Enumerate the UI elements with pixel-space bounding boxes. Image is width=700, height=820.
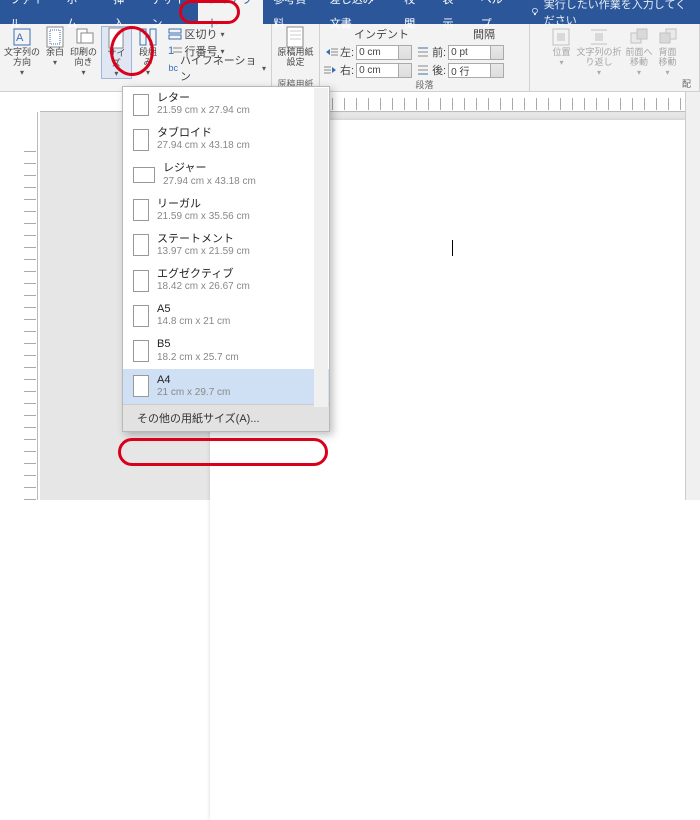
- size-option-name: レジャー: [163, 162, 256, 175]
- size-option-8[interactable]: A421 cm x 29.7 cm: [123, 369, 329, 404]
- bring-forward-button[interactable]: 前面へ 移動▾: [626, 26, 653, 77]
- orientation-icon: [74, 27, 94, 47]
- size-option-1[interactable]: タブロイド27.94 cm x 43.18 cm: [123, 122, 329, 157]
- page-icon: [133, 94, 149, 116]
- size-option-5[interactable]: エグゼクティブ18.42 cm x 26.67 cm: [123, 263, 329, 298]
- size-option-name: ステートメント: [157, 233, 250, 246]
- hyphenation-button[interactable]: bcハイフネーション▾: [168, 60, 267, 76]
- size-option-7[interactable]: B518.2 cm x 25.7 cm: [123, 333, 329, 368]
- size-option-dim: 18.2 cm x 25.7 cm: [157, 352, 239, 364]
- size-option-6[interactable]: A514.8 cm x 21 cm: [123, 298, 329, 333]
- indent-right-input[interactable]: 0 cm: [356, 63, 412, 78]
- space-before-input[interactable]: 0 pt: [448, 45, 504, 60]
- indent-left-icon: [324, 46, 338, 58]
- manuscript-button[interactable]: 原稿用紙 設定: [277, 26, 313, 68]
- svg-text:A: A: [16, 32, 24, 44]
- tell-me-label: 実行したい作業を入力してください: [544, 0, 688, 28]
- size-option-name: A5: [157, 303, 230, 316]
- margins-button[interactable]: 余白▾: [44, 26, 66, 79]
- vertical-ruler[interactable]: [22, 112, 38, 500]
- size-option-dim: 14.8 cm x 21 cm: [157, 316, 230, 328]
- bring-forward-icon: [629, 27, 649, 47]
- size-option-name: A4: [157, 374, 230, 387]
- indent-header: インデント: [354, 26, 409, 42]
- group-label-paragraph: 段落: [415, 78, 433, 92]
- lightbulb-icon: [530, 6, 540, 18]
- tell-me-search[interactable]: 実行したい作業を入力してください: [518, 0, 700, 28]
- ribbon-tabs: ファイル ホーム 挿入 デザイン レイアウト 参考資料 差し込み文書 校閲 表示…: [0, 0, 700, 24]
- indent-left-input[interactable]: 0 cm: [356, 45, 412, 60]
- page-icon: [133, 305, 149, 327]
- page-size-icon: [108, 27, 124, 49]
- size-option-dim: 27.94 cm x 43.18 cm: [157, 140, 250, 152]
- page-icon: [133, 234, 149, 256]
- page-size-dropdown: レター21.59 cm x 27.94 cmタブロイド27.94 cm x 43…: [122, 86, 330, 432]
- send-backward-icon: [658, 27, 678, 47]
- margins-icon: [46, 26, 64, 48]
- manuscript-icon: [286, 26, 304, 48]
- size-option-name: リーガル: [157, 198, 250, 211]
- page-icon: [133, 129, 149, 151]
- orientation-button[interactable]: 印刷の 向き▾: [70, 26, 97, 79]
- group-page-setup: A 文字列の 方向▾ 余白▾ 印刷の 向き▾ サイズ▾ 段組み▾ 区切り▾: [0, 24, 272, 91]
- size-option-dim: 21.59 cm x 35.56 cm: [157, 211, 250, 223]
- size-option-3[interactable]: リーガル21.59 cm x 35.56 cm: [123, 193, 329, 228]
- svg-text:1: 1: [168, 45, 174, 57]
- size-option-name: タブロイド: [157, 127, 250, 140]
- size-option-dim: 13.97 cm x 21.59 cm: [157, 246, 250, 258]
- group-manuscript: 原稿用紙 設定 原稿用紙: [272, 24, 320, 91]
- breaks-icon: [168, 28, 182, 40]
- page-icon: [133, 270, 149, 292]
- space-before-icon: [416, 46, 430, 58]
- more-paper-sizes[interactable]: その他の用紙サイズ(A)...: [123, 404, 329, 431]
- wrap-icon: [589, 27, 609, 47]
- dropdown-scrollbar[interactable]: [314, 88, 328, 407]
- group-paragraph: インデント間隔 左:0 cm 前:0 pt 右:0 cm 後:0 行 段落: [320, 24, 530, 91]
- size-option-0[interactable]: レター21.59 cm x 27.94 cm: [123, 87, 329, 122]
- text-direction-icon: A: [12, 27, 32, 47]
- size-option-2[interactable]: レジャー27.94 cm x 43.18 cm: [123, 157, 329, 192]
- page-icon: [133, 375, 149, 397]
- indent-right-icon: [324, 64, 338, 76]
- size-option-name: B5: [157, 338, 239, 351]
- size-button[interactable]: サイズ▾: [101, 26, 132, 79]
- breaks-button[interactable]: 区切り▾: [168, 26, 267, 42]
- page-icon: [133, 199, 149, 221]
- size-option-dim: 21 cm x 29.7 cm: [157, 387, 230, 399]
- group-arrange: 位置▾ 文字列の折 り返し▾ 前面へ 移動▾ 背面 移動▾ 配: [530, 24, 700, 91]
- space-after-input[interactable]: 0 行: [448, 63, 504, 78]
- spacing-header: 間隔: [473, 26, 495, 42]
- columns-icon: [138, 27, 158, 47]
- size-option-4[interactable]: ステートメント13.97 cm x 21.59 cm: [123, 228, 329, 263]
- group-label-arrange: 配: [682, 77, 695, 91]
- position-icon: [551, 27, 571, 47]
- size-option-name: エグゼクティブ: [157, 268, 250, 281]
- size-option-name: レター: [157, 92, 250, 105]
- ribbon: A 文字列の 方向▾ 余白▾ 印刷の 向き▾ サイズ▾ 段組み▾ 区切り▾: [0, 24, 700, 92]
- size-option-dim: 27.94 cm x 43.18 cm: [163, 176, 256, 188]
- page-icon: [133, 340, 149, 362]
- columns-button[interactable]: 段組み▾: [136, 26, 161, 79]
- space-after-icon: [416, 64, 430, 76]
- vertical-scrollbar[interactable]: [685, 92, 700, 500]
- position-button[interactable]: 位置▾: [550, 26, 572, 77]
- size-option-dim: 18.42 cm x 26.67 cm: [157, 281, 250, 293]
- size-option-dim: 21.59 cm x 27.94 cm: [157, 105, 250, 117]
- send-backward-button[interactable]: 背面 移動▾: [657, 26, 679, 77]
- wrap-text-button[interactable]: 文字列の折 り返し▾: [576, 26, 621, 77]
- text-direction-button[interactable]: A 文字列の 方向▾: [4, 26, 40, 79]
- page-icon: [133, 167, 155, 183]
- text-cursor: [452, 240, 453, 256]
